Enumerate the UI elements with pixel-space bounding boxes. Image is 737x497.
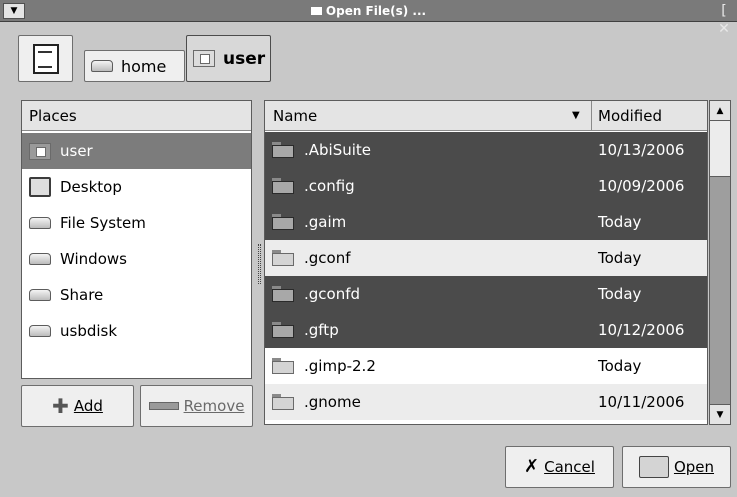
plus-icon: ✚	[52, 394, 69, 418]
folder-icon	[272, 142, 294, 158]
scroll-down-button[interactable]: ▼	[710, 404, 730, 424]
file-row[interactable]: .gconf Today	[265, 240, 707, 276]
remove-bookmark-button[interactable]: Remove	[140, 385, 253, 427]
remove-label: Remove	[183, 397, 245, 415]
file-modified: 10/12/2006	[598, 321, 685, 339]
file-name: .gaim	[304, 213, 347, 231]
place-label: usbdisk	[60, 322, 118, 340]
file-modified: 10/09/2006	[598, 177, 685, 195]
file-row[interactable]: .gftp 10/12/2006	[265, 312, 707, 348]
desktop-icon	[29, 177, 51, 197]
document-edit-icon	[32, 43, 59, 74]
window-menu-button[interactable]: ▼	[3, 3, 25, 19]
place-item-file-system[interactable]: File System	[22, 205, 251, 241]
file-list-header: Name ▼ Modified	[265, 101, 707, 131]
file-row[interactable]: .gconfd Today	[265, 276, 707, 312]
folder-icon	[272, 394, 294, 410]
file-list: Name ▼ Modified .AbiSuite 10/13/2006 .co…	[264, 100, 708, 425]
place-item-share[interactable]: Share	[22, 277, 251, 313]
breadcrumb-label: user	[223, 48, 266, 69]
place-label: File System	[60, 214, 146, 232]
file-name: .gftp	[304, 321, 339, 339]
home-folder-icon	[29, 142, 51, 160]
file-name: .gimp-2.2	[304, 357, 376, 375]
open-button[interactable]: Open	[622, 446, 731, 488]
file-list-scrollbar[interactable]: ▲ ▼	[709, 100, 731, 425]
drive-icon	[29, 325, 51, 337]
home-folder-icon	[193, 50, 215, 67]
file-row[interactable]: .AbiSuite 10/13/2006	[265, 132, 707, 168]
cancel-x-icon: ✗	[524, 456, 540, 477]
file-modified: Today	[598, 249, 642, 267]
drive-icon	[91, 60, 113, 72]
column-header-modified[interactable]: Modified	[592, 101, 707, 131]
file-name: .gnome	[304, 393, 361, 411]
folder-icon	[272, 214, 294, 230]
add-bookmark-button[interactable]: ✚ Add	[21, 385, 134, 427]
file-name: .AbiSuite	[304, 141, 372, 159]
place-label: Share	[60, 286, 104, 304]
file-row[interactable]: .gaim Today	[265, 204, 707, 240]
open-folder-icon	[638, 456, 669, 478]
place-label: user	[60, 142, 93, 160]
file-row[interactable]: .gimp-2.2 Today	[265, 348, 707, 384]
add-label: Add	[73, 397, 103, 415]
minus-icon	[148, 402, 179, 410]
place-label: Desktop	[60, 178, 122, 196]
close-button[interactable]: [ ✕	[715, 2, 733, 37]
folder-icon	[272, 358, 294, 374]
cancel-button[interactable]: ✗ Cancel	[505, 446, 614, 488]
file-row[interactable]: .gnome 10/11/2006	[265, 384, 707, 420]
window-title: Open File(s) ...	[0, 0, 737, 22]
places-header-label: Places	[29, 107, 77, 125]
column-header-name[interactable]: Name	[265, 101, 592, 131]
place-item-usbdisk[interactable]: usbdisk	[22, 313, 251, 349]
type-location-button[interactable]	[18, 35, 73, 82]
cancel-label: Cancel	[544, 458, 595, 476]
scroll-up-button[interactable]: ▲	[710, 101, 730, 121]
scrollbar-thumb[interactable]	[710, 121, 730, 177]
folder-icon	[272, 250, 294, 266]
file-row[interactable]: .config 10/09/2006	[265, 168, 707, 204]
file-name: .gconf	[304, 249, 351, 267]
folder-icon	[272, 286, 294, 302]
file-modified: Today	[598, 285, 642, 303]
sort-descending-icon: ▼	[572, 110, 580, 121]
pane-resize-handle[interactable]	[258, 244, 261, 284]
places-header[interactable]: Places	[22, 101, 251, 131]
file-modified: 10/13/2006	[598, 141, 685, 159]
file-modified: 10/11/2006	[598, 393, 685, 411]
place-item-user[interactable]: user	[22, 133, 251, 169]
open-label: Open	[673, 458, 715, 476]
drive-icon	[29, 289, 51, 301]
folder-icon	[272, 178, 294, 194]
drive-icon	[29, 217, 51, 229]
window-icon	[310, 7, 322, 15]
window-title-text: Open File(s) ...	[325, 4, 427, 18]
place-item-desktop[interactable]: Desktop	[22, 169, 251, 205]
place-item-windows[interactable]: Windows	[22, 241, 251, 277]
column-modified-label: Modified	[598, 107, 663, 125]
folder-icon	[272, 322, 294, 338]
breadcrumb-user[interactable]: user	[186, 35, 271, 82]
places-panel: Places user Desktop File System Windows …	[21, 100, 252, 379]
breadcrumb-label: home	[121, 56, 167, 76]
breadcrumb-home[interactable]: home	[84, 50, 185, 82]
drive-icon	[29, 253, 51, 265]
file-modified: Today	[598, 357, 642, 375]
file-name: .config	[304, 177, 355, 195]
file-name: .gconfd	[304, 285, 361, 303]
column-name-label: Name	[273, 107, 318, 125]
place-label: Windows	[60, 250, 127, 268]
file-modified: Today	[598, 213, 642, 231]
